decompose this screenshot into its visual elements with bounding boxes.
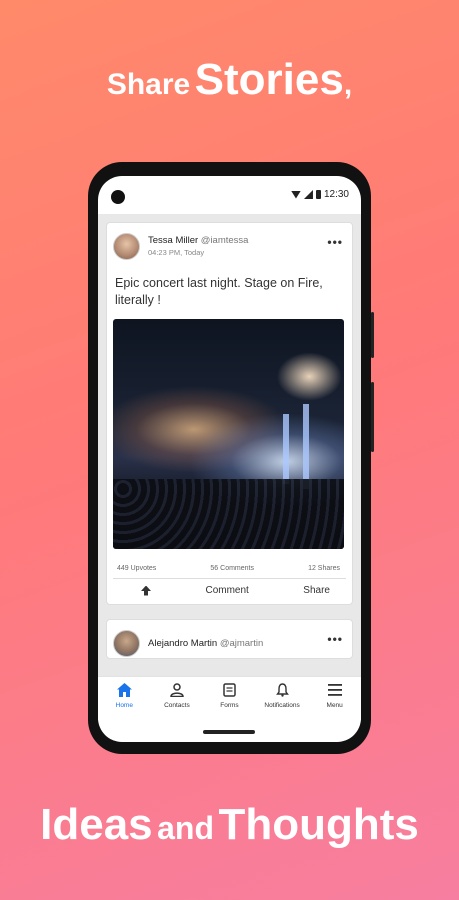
hamburger-icon <box>327 682 343 698</box>
wifi-icon <box>290 190 301 199</box>
front-camera <box>111 190 125 204</box>
headline-stories: Stories <box>194 55 344 104</box>
feed[interactable]: Tessa Miller @iamtessa 04:23 PM, Today •… <box>98 214 361 676</box>
post-card[interactable]: Tessa Miller @iamtessa 04:23 PM, Today •… <box>106 222 353 605</box>
crowd-silhouette <box>113 479 344 549</box>
share-button[interactable]: Share <box>303 585 330 596</box>
post-time: 04:23 PM, Today <box>148 248 205 257</box>
post-author[interactable]: Alejandro Martin <box>148 638 217 649</box>
headline-thoughts: Thoughts <box>218 800 419 849</box>
nav-home[interactable]: Home <box>98 677 151 720</box>
post-handle[interactable]: @ajmartin <box>220 638 263 649</box>
clipboard-icon <box>221 682 237 698</box>
phone-screen: 12:30 Tessa Miller @iamtessa 04:23 PM, T… <box>98 176 361 742</box>
headline-share: Share <box>106 68 191 101</box>
post-handle[interactable]: @iamtessa <box>201 235 249 246</box>
avatar[interactable] <box>113 629 140 657</box>
headline-and: and <box>157 810 214 846</box>
post-header: Tessa Miller @iamtessa 04:23 PM, Today •… <box>113 231 346 261</box>
headline-bottom: Ideas and Thoughts <box>0 800 459 850</box>
nav-label: Contacts <box>164 702 190 709</box>
nav-menu[interactable]: Menu <box>308 677 361 720</box>
gesture-home-bar[interactable] <box>203 730 255 734</box>
bell-icon <box>274 682 290 698</box>
avatar[interactable] <box>113 232 140 260</box>
headline-ideas: Ideas <box>40 800 153 849</box>
status-bar: 12:30 <box>98 176 361 214</box>
volume-button <box>371 312 374 358</box>
comments-count[interactable]: 56 Comments <box>210 565 254 572</box>
comment-button[interactable]: Comment <box>205 585 248 596</box>
upvote-arrow-icon[interactable] <box>141 585 151 596</box>
battery-icon <box>315 190 321 199</box>
post-actions: Comment Share <box>113 579 346 604</box>
more-options-icon[interactable]: ••• <box>327 632 343 646</box>
signal-icon <box>303 190 313 199</box>
post-author[interactable]: Tessa Miller <box>148 235 198 246</box>
concert-photo[interactable] <box>113 319 344 549</box>
headline-comma: , <box>343 68 353 101</box>
nav-forms[interactable]: Forms <box>203 677 256 720</box>
status-time: 12:30 <box>323 189 349 200</box>
nav-notifications[interactable]: Notifications <box>256 677 309 720</box>
phone-frame: 12:30 Tessa Miller @iamtessa 04:23 PM, T… <box>88 162 374 754</box>
person-icon <box>169 682 185 698</box>
nav-label: Menu <box>326 702 343 709</box>
nav-contacts[interactable]: Contacts <box>151 677 204 720</box>
shares-count: 12 Shares <box>308 565 340 572</box>
home-icon <box>116 682 132 698</box>
post-header: Alejandro Martin @ajmartin ••• <box>113 628 346 658</box>
post-text: Epic concert last night. Stage on Fire, … <box>115 276 323 307</box>
post-card[interactable]: Alejandro Martin @ajmartin ••• <box>106 619 353 659</box>
upvotes-count: 449 Upvotes <box>117 565 157 572</box>
post-stats: 449 Upvotes 56 Comments 12 Shares <box>113 549 346 579</box>
power-button <box>371 382 374 452</box>
nav-label: Forms <box>220 702 239 709</box>
more-options-icon[interactable]: ••• <box>327 235 343 249</box>
bottom-nav: Home Contacts Forms Notifications Menu <box>98 676 361 720</box>
headline-top: Share Stories, <box>0 55 459 105</box>
nav-label: Home <box>115 702 133 709</box>
nav-label: Notifications <box>264 702 300 709</box>
